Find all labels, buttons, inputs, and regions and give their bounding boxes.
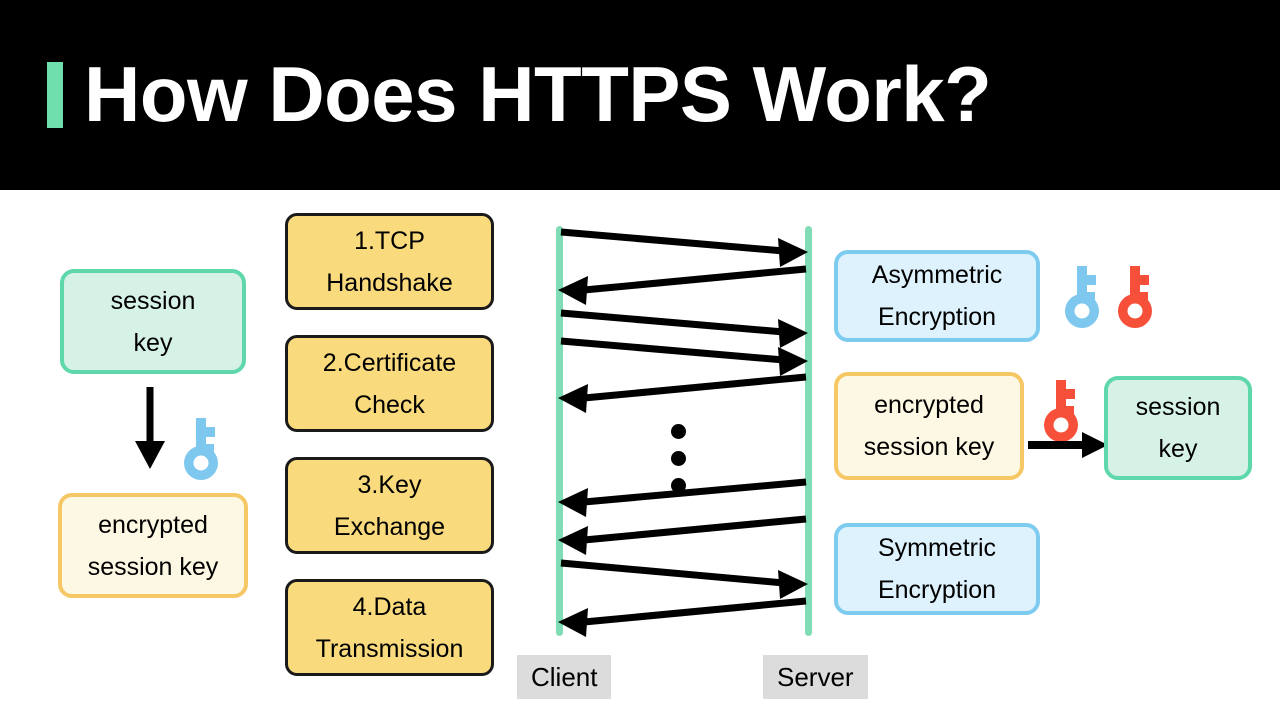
- left-session-key-line1: session: [110, 286, 196, 315]
- right-session-key-line1: session: [1135, 393, 1221, 421]
- symmetric-encryption-box: Symmetric Encryption: [834, 523, 1040, 615]
- left-encrypted-session-key-box: encrypted session key: [58, 493, 248, 598]
- left-session-key-box: session key: [60, 269, 246, 374]
- step-3-line2: Exchange: [333, 512, 446, 541]
- right-session-key-box: session key: [1104, 376, 1252, 480]
- asymmetric-line2: Encryption: [877, 303, 997, 331]
- step-box-4[interactable]: 4.Data Transmission: [285, 579, 494, 676]
- right-encrypted-line1: encrypted: [874, 391, 984, 419]
- key-icon-blue: [184, 418, 218, 480]
- server-lifeline: [805, 226, 812, 636]
- ellipsis-dot: [671, 451, 686, 466]
- ellipsis-dot: [671, 424, 686, 439]
- symmetric-line2: Encryption: [877, 576, 997, 604]
- right-encrypted-line2: session key: [863, 433, 995, 461]
- step-2-line2: Check: [354, 390, 425, 419]
- key-icon-red: [1118, 266, 1152, 328]
- client-label: Client: [517, 655, 612, 699]
- step-4-line1: 4.Data: [352, 592, 427, 621]
- step-2-line1: 2.Certificate: [322, 348, 457, 377]
- page-title: How Does HTTPS Work?: [84, 50, 992, 138]
- step-box-3[interactable]: 3.Key Exchange: [285, 457, 494, 554]
- right-session-key-line2: key: [1158, 435, 1198, 463]
- ellipsis-dot: [671, 478, 686, 493]
- step-1-line2: Handshake: [326, 268, 453, 297]
- symmetric-line1: Symmetric: [877, 534, 997, 562]
- key-icon-blue: [1065, 266, 1099, 328]
- server-label: Server: [763, 655, 868, 699]
- step-3-line1: 3.Key: [357, 470, 422, 499]
- asymmetric-line1: Asymmetric: [871, 261, 1003, 289]
- key-icon-red: [1044, 380, 1078, 442]
- step-1-line1: 1.TCP: [354, 226, 425, 255]
- left-session-key-line2: key: [133, 328, 173, 357]
- left-encrypted-line1: encrypted: [98, 510, 208, 539]
- right-encrypted-session-key-box: encrypted session key: [834, 372, 1024, 480]
- title-accent-bar: [47, 62, 63, 128]
- step-box-2[interactable]: 2.Certificate Check: [285, 335, 494, 432]
- client-lifeline: [556, 226, 563, 636]
- title-bar: How Does HTTPS Work?: [0, 0, 1280, 190]
- asymmetric-encryption-box: Asymmetric Encryption: [834, 250, 1040, 342]
- step-box-1[interactable]: 1.TCP Handshake: [285, 213, 494, 310]
- diagram-stage: session key encrypted session key 1.TCP …: [0, 190, 1280, 720]
- sequence-ellipsis: [671, 424, 687, 494]
- step-4-line2: Transmission: [315, 634, 464, 663]
- left-encrypted-line2: session key: [87, 552, 219, 581]
